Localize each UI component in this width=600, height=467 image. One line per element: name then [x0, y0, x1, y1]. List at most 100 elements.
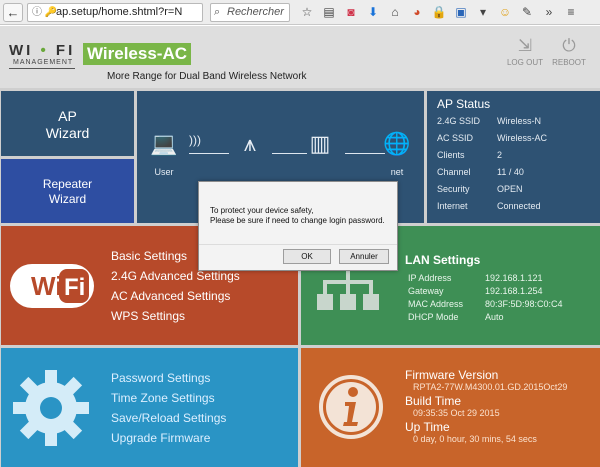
home-icon[interactable]: ⌂: [384, 3, 406, 22]
status-key: Security: [437, 184, 470, 194]
lan-row: DHCP Mode Auto: [408, 312, 504, 322]
menu-icon[interactable]: ≡: [560, 3, 582, 22]
menu-basic-settings[interactable]: Basic Settings: [111, 249, 187, 263]
logout-label: LOG OUT: [506, 58, 543, 67]
lan-row: Gateway 192.168.1.254: [408, 286, 543, 296]
lan-value: 192.168.1.121: [485, 273, 543, 283]
up-time-value: 0 day, 0 hour, 30 mins, 54 secs: [413, 434, 537, 444]
status-row: AC SSID Wireless-AC: [437, 133, 547, 143]
dialog-line2: Please be sure if need to change login p…: [210, 216, 385, 225]
menu-save-reload-settings[interactable]: Save/Reload Settings: [111, 411, 226, 425]
status-row: Clients 2: [437, 150, 502, 160]
dialog-line1: To protect your device safety,: [210, 206, 314, 215]
logo-divider: [9, 68, 75, 69]
power-icon: ⏻: [562, 36, 576, 55]
gear-icon: [13, 370, 89, 446]
status-row: Channel 11 / 40: [437, 167, 524, 177]
menu-24g-advanced[interactable]: 2.4G Advanced Settings: [111, 269, 240, 283]
overflow-icon[interactable]: »: [538, 3, 560, 22]
clipboard-icon[interactable]: ▤: [318, 3, 340, 22]
firmware-info-tile: Firmware Version RPTA2-77W.M4300.01.GD.2…: [301, 348, 600, 467]
back-arrow-icon: ←: [6, 5, 20, 20]
status-value: OPEN: [497, 184, 523, 194]
lan-value: 192.168.1.254: [485, 286, 543, 296]
ap-wizard-line1: AP: [58, 108, 77, 124]
wifi-signal-icon: ))): [189, 133, 201, 147]
translate-icon[interactable]: ✎: [516, 3, 538, 22]
browser-toolbar: ← ⓘ 🔑 ap.setup/home.shtml?r=N ⌕ Recherch…: [0, 0, 600, 25]
link-line: [189, 153, 229, 154]
svg-text:Fi: Fi: [64, 274, 85, 301]
logout-icon: ⇲: [517, 36, 533, 55]
options-icon[interactable]: ▾: [472, 3, 494, 22]
search-input[interactable]: ⌕ Rechercher: [210, 3, 290, 22]
menu-time-zone-settings[interactable]: Time Zone Settings: [111, 391, 215, 405]
globe-icon: 🌐: [383, 131, 411, 156]
pocket-icon[interactable]: ◙: [340, 3, 362, 22]
address-bar-text: ap.setup/home.shtml?r=N: [56, 6, 183, 18]
dialog-message: To protect your device safety, Please be…: [210, 206, 385, 226]
menu-password-settings[interactable]: Password Settings: [111, 371, 210, 385]
router-device: ▥: [300, 131, 340, 167]
lock-icon[interactable]: 🔒: [428, 3, 450, 22]
ap-device: ⩚: [230, 131, 270, 167]
menu-upgrade-firmware[interactable]: Upgrade Firmware: [111, 431, 210, 445]
reboot-label: REBOOT: [552, 58, 586, 67]
cancel-button[interactable]: Annuler: [339, 249, 389, 264]
brand-logo: WI • FI: [9, 42, 76, 59]
ok-button[interactable]: OK: [283, 249, 331, 264]
status-row: 2.4G SSID Wireless-N: [437, 116, 541, 126]
status-key: AC SSID: [437, 133, 474, 143]
smiley-icon[interactable]: ☺: [494, 3, 516, 22]
tagline: More Range for Dual Band Wireless Networ…: [107, 71, 307, 82]
wifi-logo-icon: Wi Fi: [10, 264, 94, 308]
up-time-title: Up Time: [405, 420, 450, 434]
back-button[interactable]: ←: [3, 3, 23, 22]
brand-logo-subtitle: MANAGEMENT: [13, 59, 74, 66]
status-value: 11 / 40: [497, 167, 524, 177]
lan-settings-title: LAN Settings: [405, 253, 481, 267]
ap-status-tile: AP Status 2.4G SSID Wireless-N AC SSID Wir…: [427, 91, 600, 223]
download-icon[interactable]: ⬇: [362, 3, 384, 22]
lan-value: 80:3F:5D:98:C0:C4: [485, 299, 563, 309]
product-name: Wireless-AC: [83, 43, 191, 65]
laptop-icon: 💻: [150, 131, 178, 156]
system-settings-tile: Password Settings Time Zone Settings Sav…: [1, 348, 298, 467]
status-key: Internet: [437, 201, 468, 211]
lan-key: MAC Address: [408, 299, 464, 309]
page-header: WI • FI MANAGEMENT Wireless-AC More Rang…: [0, 26, 600, 88]
router-admin-page: WI • FI MANAGEMENT Wireless-AC More Rang…: [0, 26, 600, 467]
internet-label: net: [390, 167, 404, 177]
lan-row: IP Address 192.168.1.121: [408, 273, 543, 283]
address-bar[interactable]: ⓘ 🔑 ap.setup/home.shtml?r=N: [27, 3, 203, 22]
lan-key: Gateway: [408, 286, 444, 296]
status-key: Channel: [437, 167, 471, 177]
repeater-wizard-tile[interactable]: Repeater Wizard: [1, 159, 134, 223]
search-placeholder: Rechercher: [227, 6, 284, 18]
status-key: 2.4G SSID: [437, 116, 481, 126]
password-warning-dialog: To protect your device safety, Please be…: [198, 181, 398, 271]
search-icon: ⌕: [214, 6, 221, 18]
ap-wizard-tile[interactable]: AP Wizard: [1, 91, 134, 156]
repeater-wizard-line1: Repeater: [42, 177, 93, 191]
dialog-divider: [199, 244, 397, 245]
ap-status-title: AP Status: [437, 97, 491, 111]
screenshot-icon[interactable]: ▣: [450, 3, 472, 22]
lan-key: IP Address: [408, 273, 452, 283]
star-icon[interactable]: ☆: [296, 3, 318, 22]
menu-ac-advanced[interactable]: AC Advanced Settings: [111, 289, 230, 303]
status-row: Internet Connected: [437, 201, 541, 211]
status-key: Clients: [437, 150, 465, 160]
extension-icon[interactable]: ◕: [406, 3, 428, 22]
status-value: Wireless-AC: [497, 133, 548, 143]
user-device: 💻 User: [144, 131, 184, 177]
build-time-title: Build Time: [405, 394, 462, 408]
logout-button[interactable]: ⇲ LOG OUT: [503, 36, 547, 67]
menu-wps-settings[interactable]: WPS Settings: [111, 309, 185, 323]
router-icon: ▥: [309, 131, 331, 156]
status-value: Wireless-N: [497, 116, 541, 126]
reboot-button[interactable]: ⏻ REBOOT: [547, 36, 591, 67]
site-info-icon[interactable]: ⓘ 🔑: [32, 4, 57, 21]
info-icon: [319, 375, 383, 439]
status-value: 2: [497, 150, 503, 160]
